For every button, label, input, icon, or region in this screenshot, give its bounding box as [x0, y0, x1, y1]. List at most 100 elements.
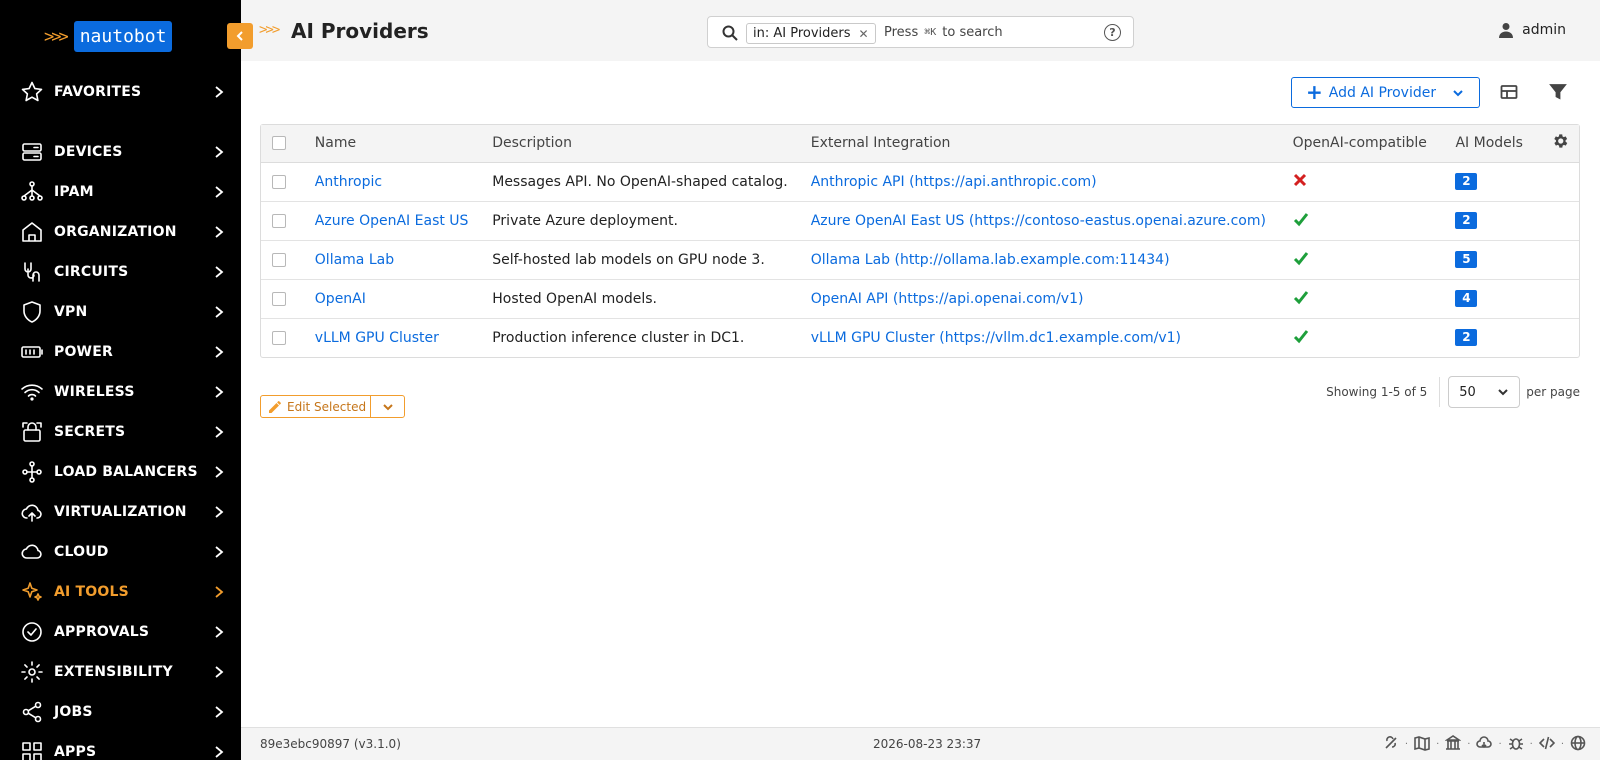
row-select-cell[interactable] [261, 318, 307, 357]
chevron-right-icon [212, 545, 226, 559]
table-row: OpenAI Hosted OpenAI models. OpenAI API (h… [261, 279, 1579, 319]
sidebar-item-ipam[interactable]: IPAM [0, 172, 241, 212]
name-cell: Anthropic [306, 162, 485, 202]
add-ai-provider-label: Add AI Provider [1328, 84, 1437, 101]
sidebar-item-wireless[interactable]: WIRELESS [0, 372, 241, 412]
sidebar-item-secrets[interactable]: SECRETS [0, 412, 241, 452]
external-integration-link[interactable]: Anthropic API (https://api.anthropic.com… [811, 174, 1097, 190]
select-all-checkbox[interactable] [272, 136, 286, 151]
balance-icon [19, 459, 45, 485]
chevron-right-icon [212, 225, 226, 239]
filter-icon[interactable] [1549, 83, 1569, 103]
integration-cell: vLLM GPU Cluster (https://vllm.dc1.examp… [803, 318, 1285, 357]
api-icon[interactable] [1444, 735, 1462, 754]
pencil-icon [269, 400, 281, 413]
sidebar-item-jobs[interactable]: JOBS [0, 692, 241, 732]
description-cell: Messages API. No OpenAI-shaped catalog. [484, 162, 803, 202]
page-title: AI Providers [291, 19, 429, 43]
provider-name-link[interactable]: vLLM GPU Cluster [315, 330, 439, 346]
bug-icon[interactable] [1508, 735, 1524, 754]
column-header-openai-compatible[interactable]: OpenAI-compatible [1284, 125, 1448, 163]
add-ai-provider-button[interactable]: + Add AI Provider [1291, 77, 1450, 108]
table-config-icon[interactable] [1500, 83, 1520, 103]
building-icon [19, 219, 45, 245]
row-checkbox[interactable] [272, 252, 286, 267]
openai-compatible-cell [1284, 201, 1448, 241]
external-integration-link[interactable]: OpenAI API (https://api.openai.com/v1) [811, 291, 1084, 307]
column-header-name[interactable]: Name [306, 125, 485, 163]
row-checkbox[interactable] [272, 213, 286, 228]
row-select-cell[interactable] [261, 201, 307, 241]
search-box[interactable]: in: AI Providers ✕ Press ⌘K to search ? [707, 16, 1134, 48]
ai-models-count-badge[interactable]: 2 [1455, 329, 1478, 347]
chevron-right-icon [212, 425, 226, 439]
sidebar-item-organization[interactable]: ORGANIZATION [0, 212, 241, 252]
provider-name-link[interactable]: Anthropic [315, 174, 382, 190]
per-page-value: 50 [1459, 384, 1476, 400]
ai-models-count-badge[interactable]: 5 [1455, 251, 1478, 268]
globe-icon[interactable] [1570, 735, 1586, 754]
select-all-cell[interactable] [261, 125, 307, 163]
add-dropdown-toggle[interactable] [1436, 77, 1480, 108]
sidebar-item-vpn[interactable]: VPN [0, 292, 241, 332]
per-page-select[interactable]: 50 [1448, 376, 1521, 408]
provider-name-link[interactable]: Ollama Lab [315, 252, 394, 268]
edit-selected-button[interactable]: Edit Selected [260, 395, 376, 418]
sidebar-item-devices[interactable]: DEVICES [0, 132, 241, 172]
column-settings-button[interactable] [1543, 125, 1579, 163]
network-icon [19, 179, 45, 205]
close-icon[interactable]: ✕ [859, 27, 869, 41]
user-menu[interactable]: admin [1498, 22, 1566, 38]
row-actions-cell [1543, 162, 1579, 202]
column-header-external-integration[interactable]: External Integration [802, 125, 1285, 163]
help-icon[interactable]: ? [1104, 24, 1121, 41]
cloud-download-icon[interactable] [1476, 735, 1493, 754]
row-select-cell[interactable] [261, 279, 307, 319]
search-suffix-text: to search [942, 25, 1003, 40]
checkmark-icon [1293, 212, 1309, 231]
ai-models-count-badge[interactable]: 2 [1455, 212, 1478, 229]
external-integration-link[interactable]: vLLM GPU Cluster (https://vllm.dc1.examp… [811, 330, 1181, 346]
external-integration-link[interactable]: Ollama Lab (http://ollama.lab.example.co… [811, 252, 1170, 268]
theme-toggle-icon[interactable] [1383, 735, 1399, 754]
sidebar-item-label: WIRELESS [54, 384, 135, 400]
ai-models-count-badge[interactable]: 4 [1455, 290, 1478, 307]
external-integration-link[interactable]: Azure OpenAI East US (https://contoso-ea… [811, 213, 1266, 229]
row-select-cell[interactable] [261, 240, 307, 280]
column-header-description[interactable]: Description [484, 125, 803, 163]
code-icon[interactable] [1538, 735, 1555, 754]
sidebar-item-power[interactable]: POWER [0, 332, 241, 372]
sidebar-collapse-button[interactable] [227, 23, 253, 49]
row-checkbox[interactable] [272, 291, 286, 306]
sidebar-item-label: JOBS [54, 704, 93, 720]
docs-icon[interactable] [1414, 735, 1430, 754]
sidebar-item-ai-tools[interactable]: AI TOOLS [0, 572, 241, 612]
sidebar-item-extensibility[interactable]: EXTENSIBILITY [0, 652, 241, 692]
search-scope-label: in: AI Providers [753, 26, 851, 41]
edit-dropdown-toggle[interactable] [370, 395, 405, 418]
column-header-ai-models[interactable]: AI Models [1447, 125, 1543, 163]
grid-icon [19, 739, 45, 760]
row-checkbox[interactable] [272, 330, 286, 345]
search-scope-chip[interactable]: in: AI Providers ✕ [746, 23, 876, 44]
user-icon [1499, 23, 1514, 38]
sidebar-item-virtualization[interactable]: VIRTUALIZATION [0, 492, 241, 532]
chevron-down-icon [1452, 89, 1463, 96]
ai-models-count-badge[interactable]: 2 [1455, 173, 1478, 190]
provider-name-link[interactable]: OpenAI [315, 291, 366, 307]
description-cell: Hosted OpenAI models. [484, 279, 803, 319]
nautobot-logo[interactable]: >>> nautobot [44, 21, 173, 52]
search-placeholder[interactable]: Press ⌘K to search [884, 25, 1003, 40]
provider-name-link[interactable]: Azure OpenAI East US [315, 213, 469, 229]
sidebar: >>> nautobot FAVORITES DEVICES IPAM ORGANIZ… [0, 0, 241, 760]
row-select-cell[interactable] [261, 162, 307, 202]
ai-models-cell: 2 [1447, 201, 1543, 241]
sidebar-item-circuits[interactable]: CIRCUITS [0, 252, 241, 292]
sidebar-item-favorites[interactable]: FAVORITES [0, 72, 241, 112]
share-nodes-icon [19, 699, 45, 725]
sidebar-item-load-balancers[interactable]: LOAD BALANCERS [0, 452, 241, 492]
sidebar-item-apps[interactable]: APPS [0, 732, 241, 760]
sidebar-item-approvals[interactable]: APPROVALS [0, 612, 241, 652]
sidebar-item-cloud[interactable]: CLOUD [0, 532, 241, 572]
row-checkbox[interactable] [272, 174, 286, 189]
